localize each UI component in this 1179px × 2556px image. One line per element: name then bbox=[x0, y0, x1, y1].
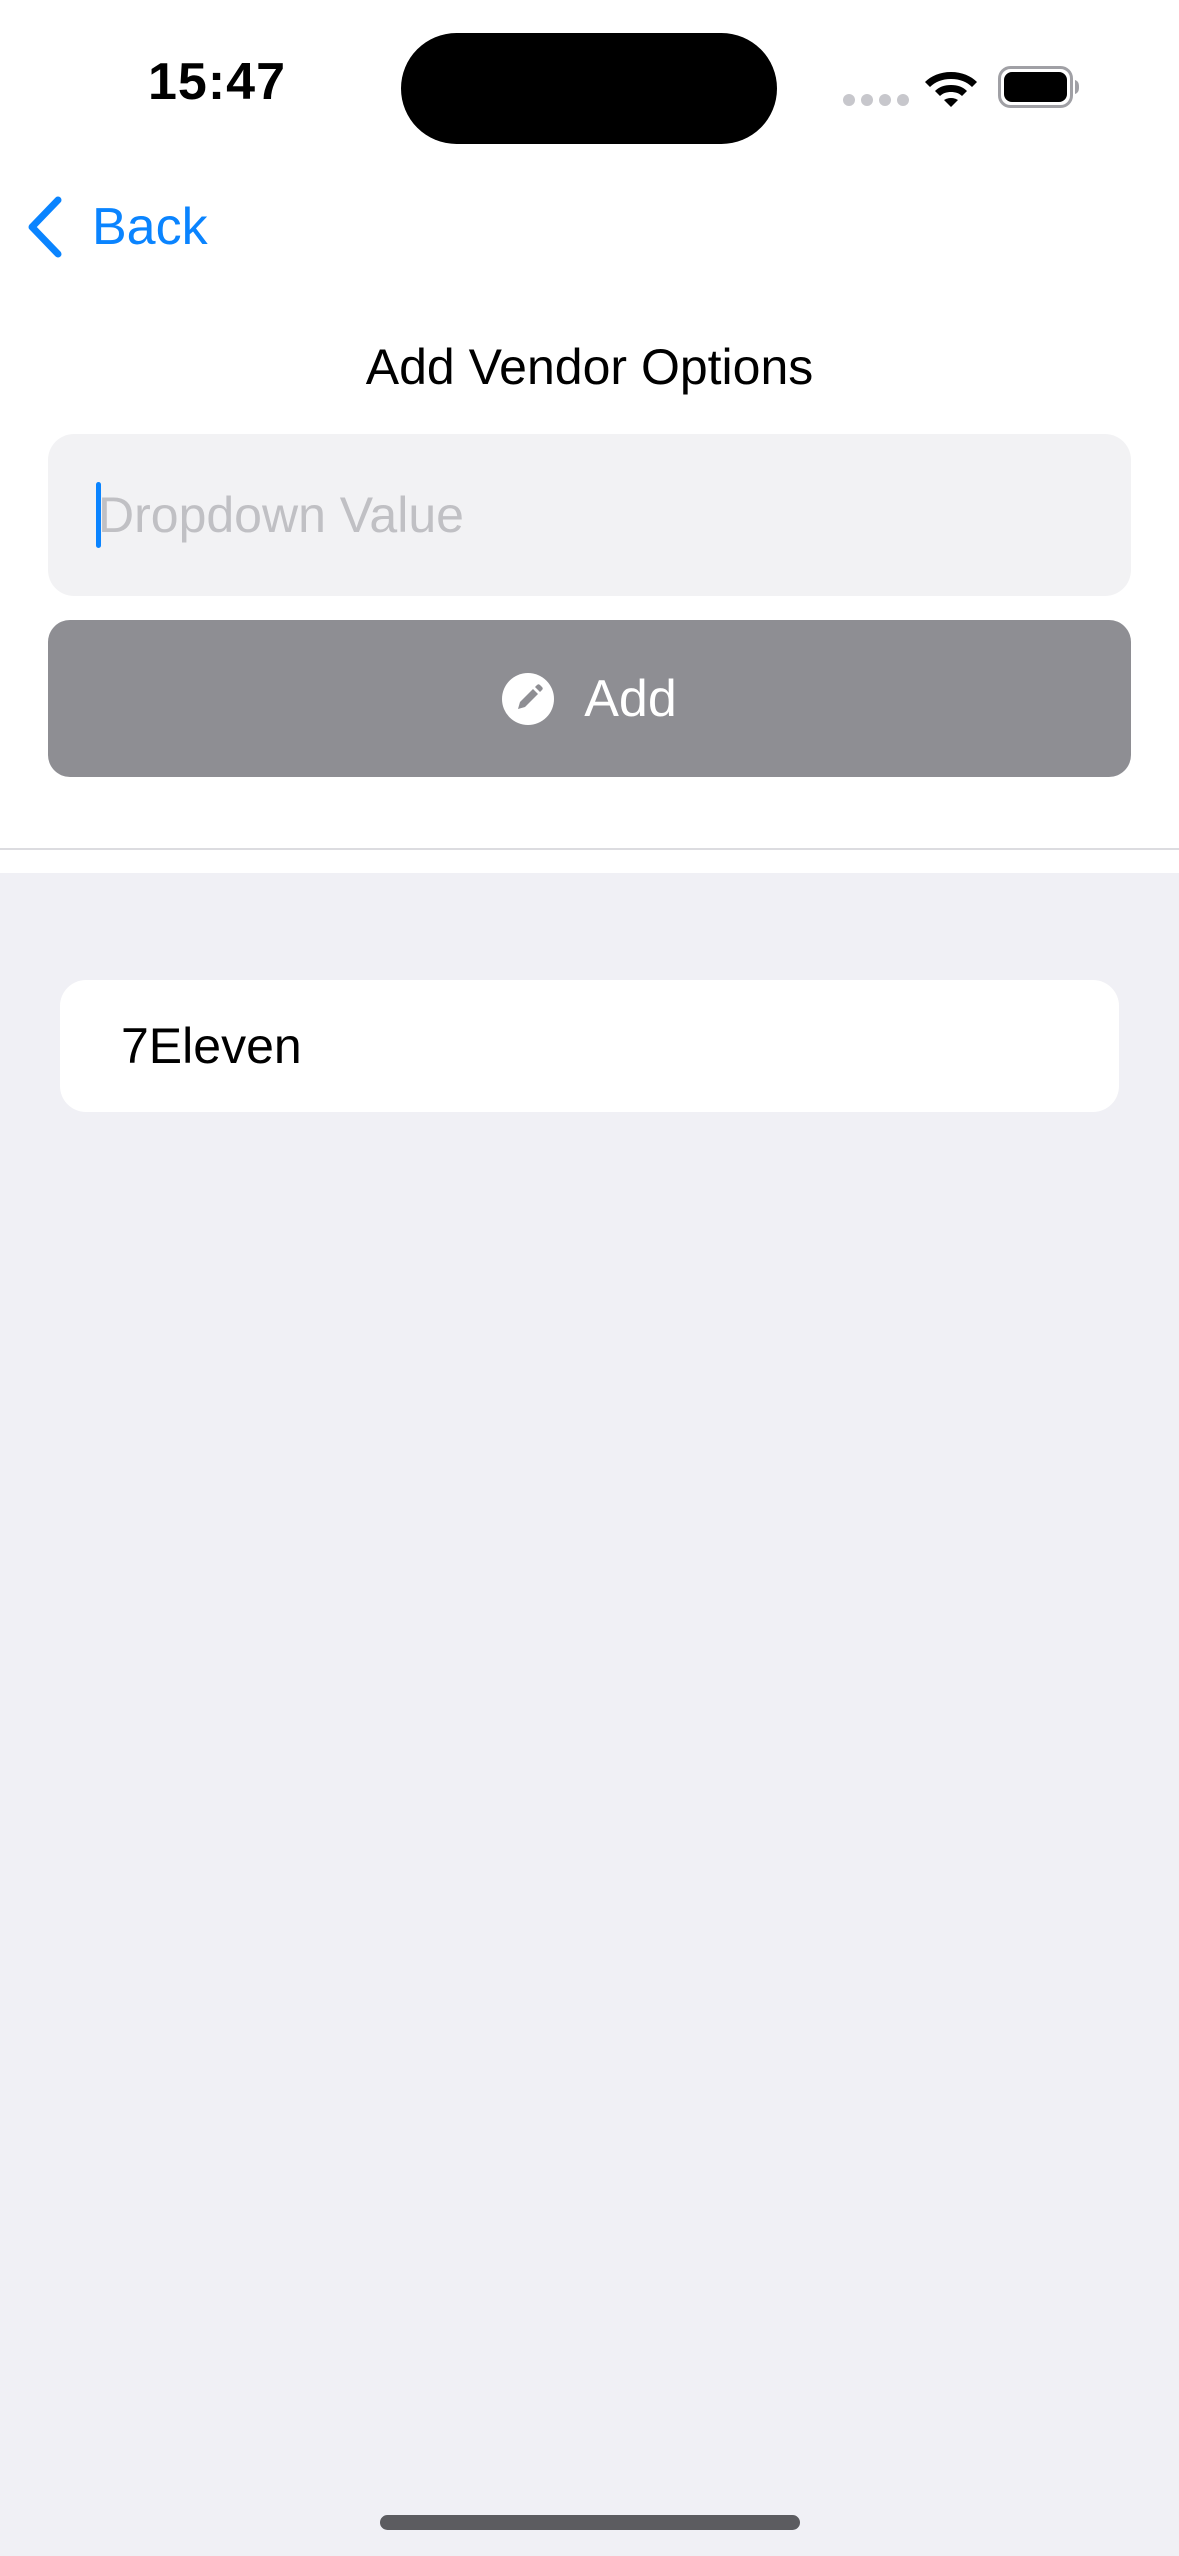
input-placeholder: Dropdown Value bbox=[98, 487, 464, 543]
list-item-label: 7Eleven bbox=[121, 1018, 302, 1074]
page-title: Add Vendor Options bbox=[365, 339, 814, 395]
pencil-circle-icon bbox=[502, 672, 555, 725]
section-divider bbox=[0, 848, 1179, 850]
cellular-signal-icon bbox=[843, 94, 909, 106]
status-time: 15:47 bbox=[148, 53, 286, 111]
back-label: Back bbox=[92, 198, 208, 256]
dropdown-value-input[interactable]: Dropdown Value bbox=[48, 434, 1131, 596]
wifi-icon bbox=[925, 72, 977, 107]
add-button[interactable]: Add bbox=[48, 620, 1131, 777]
add-button-label: Add bbox=[584, 669, 677, 728]
list-item[interactable]: 7Eleven bbox=[60, 980, 1119, 1112]
dynamic-island bbox=[401, 33, 777, 144]
battery-icon bbox=[998, 66, 1079, 108]
chevron-left-icon bbox=[28, 196, 62, 258]
back-button[interactable]: Back bbox=[24, 190, 208, 264]
home-indicator[interactable] bbox=[380, 2515, 800, 2530]
vendor-list: 7Eleven bbox=[0, 873, 1179, 2556]
